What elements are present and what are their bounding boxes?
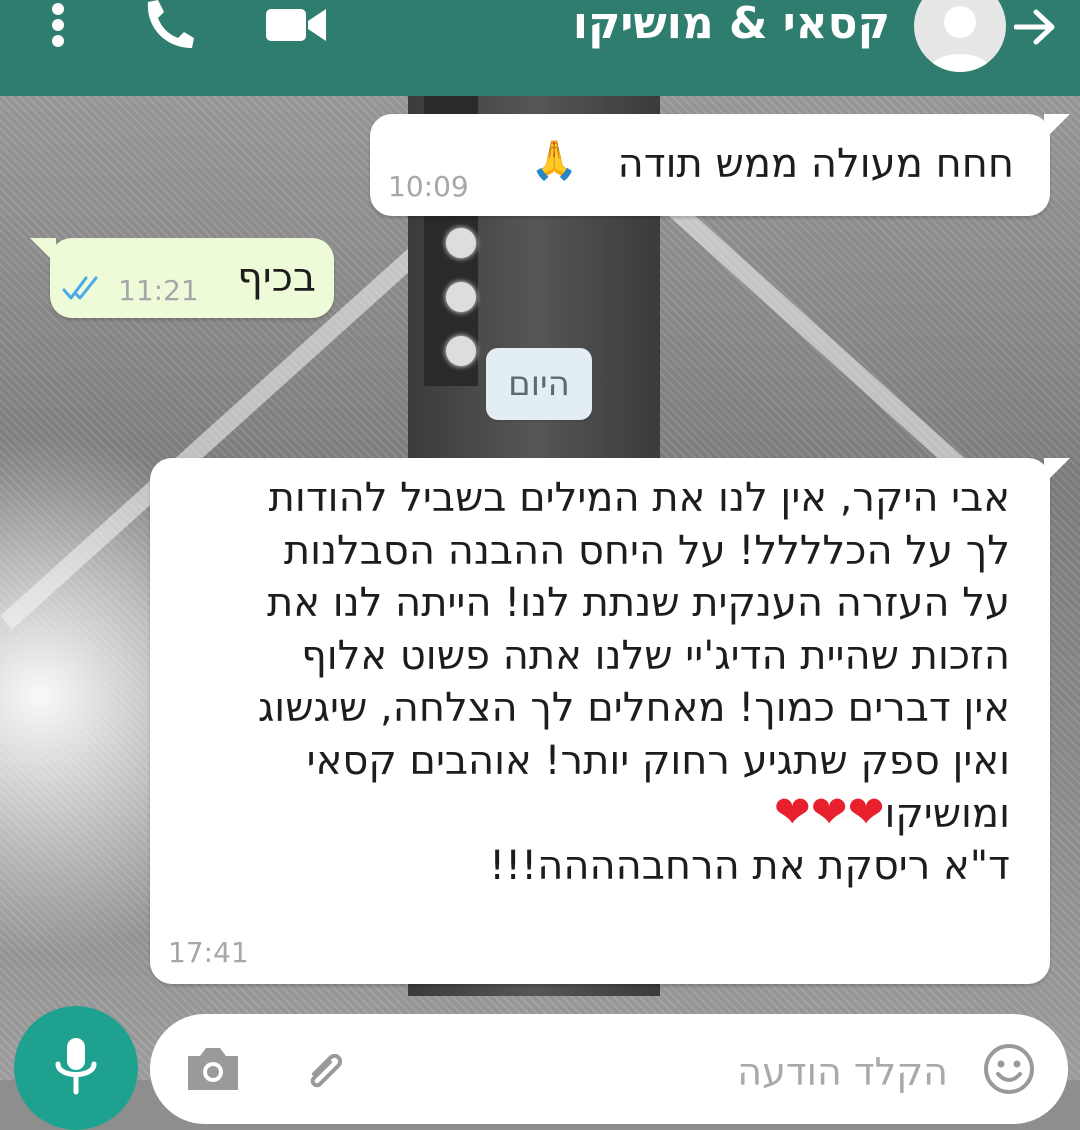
message-time: 11:21 bbox=[118, 274, 199, 307]
message-time: 17:41 bbox=[168, 936, 249, 969]
message-line: ד"א ריסקת את הרחבהההה!!! bbox=[489, 842, 1010, 889]
mic-button[interactable] bbox=[14, 1006, 138, 1130]
chat-header: קסאי & מושיקו bbox=[0, 0, 1080, 96]
chat-title[interactable]: קסאי & מושיקו bbox=[573, 0, 890, 52]
message-line-with-hearts: ומושיקו❤❤❤ bbox=[180, 787, 1010, 840]
message-time: 10:09 bbox=[388, 170, 469, 203]
message-line: לך על הכלללל! על היחס ההבנה הסבלנות bbox=[283, 527, 1010, 574]
message-text: חחח מעולה ממש תודה bbox=[617, 141, 1014, 187]
message-text: בכיף bbox=[237, 255, 316, 301]
message-line: ואין ספק שתגיע רחוק יותר! אוהבים קסאי bbox=[306, 737, 1010, 784]
heart-emoji-icon: ❤❤❤ bbox=[773, 787, 885, 838]
message-line: ומושיקו bbox=[884, 791, 1010, 837]
wallpaper-light-dot bbox=[446, 282, 476, 312]
wallpaper-light-dot bbox=[446, 228, 476, 258]
bubble-tail bbox=[1044, 114, 1070, 140]
attach-icon[interactable] bbox=[300, 1044, 352, 1096]
message-text: אבי היקר, אין לנו את המילים בשביל להודות… bbox=[180, 472, 1010, 892]
message-line: אין דברים כמוך! מאחלים לך הצלחה, שיגשוג bbox=[257, 685, 1010, 731]
phone-icon[interactable] bbox=[142, 0, 194, 50]
message-line: על העזרה הענקית שנתת לנו! הייתה לנו את bbox=[266, 580, 1010, 626]
message-bubble-incoming[interactable]: חחח מעולה ממש תודה 🙏 10:09 bbox=[370, 114, 1070, 216]
emoji-icon[interactable] bbox=[982, 1042, 1036, 1096]
date-divider: היום bbox=[486, 348, 592, 420]
message-line: אבי היקר, אין לנו את המילים בשביל להודות bbox=[268, 475, 1010, 521]
pray-emoji-icon: 🙏 bbox=[530, 138, 578, 182]
mic-icon bbox=[55, 1038, 97, 1095]
bubble-tail bbox=[1044, 458, 1070, 484]
video-call-icon[interactable] bbox=[266, 0, 326, 50]
bubble-tail bbox=[30, 238, 56, 264]
double-check-icon bbox=[62, 274, 104, 309]
avatar[interactable] bbox=[914, 0, 1006, 72]
message-input[interactable]: הקלד הודעה bbox=[737, 1050, 948, 1094]
camera-icon[interactable] bbox=[184, 1042, 242, 1094]
message-composer[interactable]: הקלד הודעה bbox=[150, 1014, 1068, 1124]
message-bubble-outgoing[interactable]: בכיף 11:21 bbox=[30, 238, 334, 318]
back-arrow-icon[interactable] bbox=[1012, 0, 1058, 54]
message-bubble-incoming[interactable]: אבי היקר, אין לנו את המילים בשביל להודות… bbox=[150, 458, 1070, 984]
wallpaper-light-dot bbox=[446, 336, 476, 366]
message-line: הזכות שהיית הדיג'יי שלנו אתה פשוט אלוף bbox=[301, 632, 1010, 679]
more-menu-icon[interactable] bbox=[44, 0, 72, 50]
